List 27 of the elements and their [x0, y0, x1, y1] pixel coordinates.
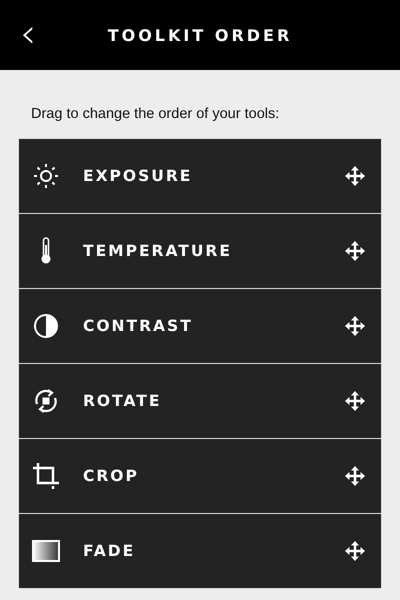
tool-row[interactable]: TEMPERATURE [19, 214, 381, 288]
tool-label: CROP [83, 467, 140, 485]
move-icon[interactable] [345, 316, 365, 336]
rotate-icon [32, 387, 60, 415]
move-icon[interactable] [345, 241, 365, 261]
tool-label: TEMPERATURE [83, 242, 233, 260]
gradient-icon [32, 540, 60, 562]
tool-row[interactable]: CROP [19, 439, 381, 513]
sun-icon [33, 163, 59, 189]
tool-label: CONTRAST [83, 317, 194, 335]
tool-label: EXPOSURE [83, 167, 194, 185]
move-icon[interactable] [345, 466, 365, 486]
move-icon[interactable] [345, 166, 365, 186]
tool-row[interactable]: FADE [19, 514, 381, 588]
tool-row[interactable]: CONTRAST [19, 289, 381, 363]
move-icon[interactable] [345, 541, 365, 561]
instruction-text: Drag to change the order of your tools: [30, 105, 280, 124]
tool-row[interactable]: EXPOSURE [19, 139, 381, 213]
crop-icon [32, 462, 60, 490]
move-icon[interactable] [345, 391, 365, 411]
tool-label: FADE [83, 542, 136, 560]
tool-row[interactable]: ROTATE [19, 364, 381, 438]
contrast-icon [33, 313, 59, 339]
page-title: TOOLKIT ORDER [108, 26, 292, 44]
back-button[interactable]: ‹ [14, 17, 42, 51]
thermometer-icon [40, 237, 52, 265]
tool-label: ROTATE [83, 392, 162, 410]
